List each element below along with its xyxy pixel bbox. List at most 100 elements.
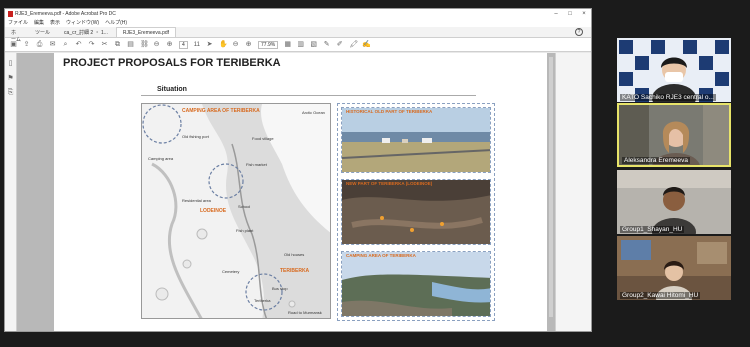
participant-video-4	[617, 236, 731, 300]
map-label-road: Road to Murmansk	[288, 310, 322, 315]
menu-bar: ファイル 編集 表示 ウィンドウ(W) ヘルプ(H)	[5, 18, 591, 27]
participant-name-1: KATO Sachiko RJE3 central o...	[620, 94, 716, 101]
map-label-school: School	[238, 204, 251, 209]
map-label-camping: CAMPING AREA OF TERIBERKA	[182, 108, 260, 114]
participant-tile-3[interactable]: Group1_Shayan_HU	[617, 170, 731, 234]
tab-tools[interactable]: ツール	[29, 27, 56, 37]
menu-help[interactable]: ヘルプ(H)	[105, 19, 127, 26]
print-icon[interactable]: ⎙	[36, 41, 43, 48]
photo-old-part-image	[342, 108, 490, 172]
window-controls: – □ ×	[549, 11, 591, 17]
map-label-old-houses: Old houses	[284, 252, 305, 257]
photo-panel: HISTORICAL OLD PART OF TERIBERKA NEW PAR…	[337, 103, 495, 321]
pdf-page: PROJECT PROPOSALS FOR TERIBERKA Situatio…	[54, 53, 547, 331]
map-label-fish-plant: Fish plant	[236, 228, 254, 233]
page-number-field[interactable]: 4	[179, 40, 188, 49]
tab-document-active[interactable]: RJE3_Eremeeva.pdf	[115, 27, 177, 37]
maximize-button[interactable]: □	[563, 11, 577, 17]
participant-name-4: Group2_Kawai Hitomi_HU	[620, 292, 701, 299]
participant-name-2: Aleksandra Eremeeva	[622, 157, 690, 164]
toolbar: ▣ ⇪ ⎙ ✉ ⌕ ↶ ↷ ✂ ⧉ ▤ ⛓ ⊖ ⊕ 4 11 ➤ ✋ ⊖ ⊕ 7…	[5, 38, 591, 52]
screen: RJE3_Eremeeva.pdf - Adobe Acrobat Pro DC…	[0, 0, 750, 347]
photo-caption-old-part: HISTORICAL OLD PART OF TERIBERKA	[346, 109, 433, 114]
map-label-lodeinoe: LODEINOE	[200, 208, 227, 214]
prev-page-icon[interactable]: ⊖	[153, 41, 160, 48]
section-divider	[141, 95, 476, 96]
tab-home[interactable]: ホーム	[5, 27, 27, 43]
document-view[interactable]: PROJECT PROPOSALS FOR TERIBERKA Situatio…	[17, 53, 555, 331]
zoom-in-icon[interactable]: ⊕	[245, 41, 252, 48]
photo-old-part: HISTORICAL OLD PART OF TERIBERKA	[341, 107, 491, 173]
scroll-mode-icon[interactable]: ▥	[297, 41, 304, 48]
paste-icon[interactable]: ▤	[127, 41, 134, 48]
left-navigation-pane: ▯ ⚑ ⎘	[5, 53, 17, 331]
map-drawing	[142, 104, 330, 318]
page-thumbnails-icon[interactable]: ▯	[9, 59, 13, 67]
map-label-arctic: Arctic Ocean	[302, 110, 325, 115]
photo-camping-area: CAMPING AREA OF TERIBERKA	[341, 251, 491, 317]
vertical-scrollbar[interactable]	[549, 57, 553, 317]
cut-icon[interactable]: ✂	[101, 41, 108, 48]
page-total: 11	[193, 41, 201, 48]
bookmarks-icon[interactable]: ⚑	[7, 74, 13, 82]
window-title: RJE3_Eremeeva.pdf - Adobe Acrobat Pro DC	[15, 10, 116, 17]
photo-new-part-image	[342, 180, 490, 244]
map-label-food-village: Food village	[252, 136, 274, 141]
help-icon[interactable]: ?	[575, 28, 583, 36]
highlight-icon[interactable]: 🖍	[349, 41, 358, 48]
copy-icon[interactable]: ⧉	[114, 41, 121, 48]
participant-name-3: Group1_Shayan_HU	[620, 226, 685, 233]
link-icon[interactable]: ⛓	[140, 41, 149, 48]
title-bar: RJE3_Eremeeva.pdf - Adobe Acrobat Pro DC…	[5, 9, 591, 18]
next-page-icon[interactable]: ⊕	[166, 41, 173, 48]
participant-tile-2-active-speaker[interactable]: Aleksandra Eremeeva	[617, 103, 731, 167]
section-heading: Situation	[157, 86, 187, 93]
zoom-out-icon[interactable]: ⊖	[232, 41, 239, 48]
close-button[interactable]: ×	[577, 11, 591, 17]
map-label-bus-stop: Bus stop	[272, 286, 288, 291]
work-area: ▯ ⚑ ⎘ PROJECT PROPOSALS FOR TERIBERKA Si…	[5, 53, 591, 331]
search-icon[interactable]: ⌕	[62, 41, 69, 48]
participant-tile-1[interactable]: KATO Sachiko RJE3 central o...	[617, 38, 731, 102]
hand-tool-icon[interactable]: ✋	[219, 41, 228, 48]
map-label-old-fishing: Old fishing port	[182, 134, 209, 139]
participant-video-3	[617, 170, 731, 234]
photo-camping-area-image	[342, 252, 490, 316]
participant-tile-4[interactable]: Group2_Kawai Hitomi_HU	[617, 236, 731, 300]
acrobat-window: RJE3_Eremeeva.pdf - Adobe Acrobat Pro DC…	[4, 8, 592, 332]
map-label-teriberka: TERIBERKA	[280, 268, 310, 274]
fill-sign-icon[interactable]: ✎	[323, 41, 330, 48]
redo-icon[interactable]: ↷	[88, 41, 95, 48]
map-label-teriberka-village: Teriberka	[254, 298, 271, 303]
select-tool-icon[interactable]: ➤	[206, 41, 213, 48]
undo-icon[interactable]: ↶	[75, 41, 82, 48]
tools-icon[interactable]: ▧	[310, 41, 317, 48]
minimize-button[interactable]: –	[549, 11, 563, 17]
sign-icon[interactable]: ✍	[362, 41, 371, 48]
upload-icon[interactable]: ⇪	[23, 41, 30, 48]
pdf-icon	[8, 10, 13, 17]
comment-icon[interactable]: ✐	[336, 41, 343, 48]
page-title: PROJECT PROPOSALS FOR TERIBERKA	[63, 57, 281, 69]
tab-document-1[interactable]: ca_cr_討細 2 ・ 1...	[58, 27, 114, 37]
menu-window[interactable]: ウィンドウ(W)	[66, 19, 99, 26]
mail-icon[interactable]: ✉	[49, 41, 56, 48]
menu-edit[interactable]: 編集	[34, 19, 44, 26]
menu-view[interactable]: 表示	[50, 19, 60, 26]
fit-page-icon[interactable]: ▦	[284, 41, 291, 48]
map-label-fish-market: Fish market	[246, 162, 267, 167]
site-map: CAMPING AREA OF TERIBERKA Arctic Ocean O…	[141, 103, 331, 319]
map-label-camping-area: Camping area	[148, 156, 174, 161]
photo-caption-camping-area: CAMPING AREA OF TERIBERKA	[346, 253, 416, 258]
map-label-residential: Residential area	[182, 198, 211, 203]
attachments-icon[interactable]: ⎘	[8, 89, 14, 97]
tab-bar: ホーム ツール ca_cr_討細 2 ・ 1... RJE3_Eremeeva.…	[5, 27, 591, 43]
participant-video-1	[617, 38, 731, 102]
right-tools-pane	[555, 53, 591, 331]
save-icon[interactable]: ▣	[10, 41, 17, 48]
menu-file[interactable]: ファイル	[8, 19, 28, 26]
photo-new-part: NEW PART OF TERIBERKA (LODEINOE)	[341, 179, 491, 245]
zoom-field[interactable]: 77.9%	[258, 40, 279, 49]
map-label-cemetery: Cemetery	[222, 269, 240, 274]
photo-caption-new-part: NEW PART OF TERIBERKA (LODEINOE)	[346, 181, 433, 186]
